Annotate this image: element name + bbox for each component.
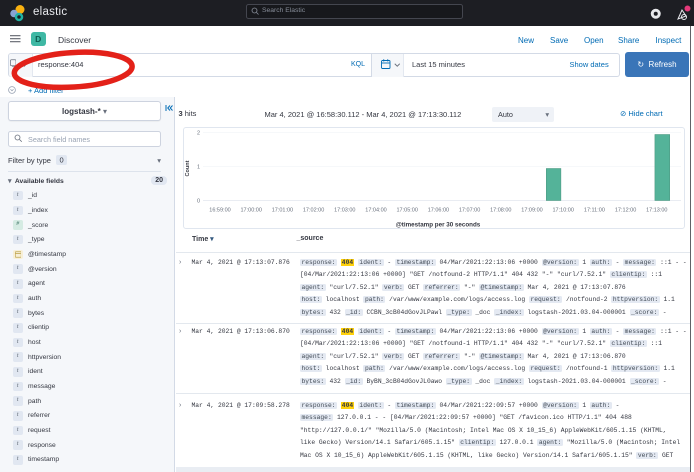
svg-text:0: 0 — [197, 198, 200, 204]
svg-text:17:04:00: 17:04:00 — [365, 207, 386, 213]
svg-text:@timestamp per 30 seconds: @timestamp per 30 seconds — [396, 221, 481, 228]
svg-text:16:59:00: 16:59:00 — [209, 207, 230, 213]
svg-text:17:02:00: 17:02:00 — [303, 207, 324, 213]
svg-text:17:00:00: 17:00:00 — [240, 207, 261, 213]
svg-text:17:08:00: 17:08:00 — [490, 207, 511, 213]
svg-text:17:09:00: 17:09:00 — [521, 207, 542, 213]
svg-text:17:06:00: 17:06:00 — [428, 207, 449, 213]
svg-text:17:05:00: 17:05:00 — [396, 207, 417, 213]
svg-text:17:03:00: 17:03:00 — [334, 207, 355, 213]
svg-text:17:01:00: 17:01:00 — [272, 207, 293, 213]
svg-text:2: 2 — [197, 130, 200, 136]
svg-text:1: 1 — [197, 164, 200, 170]
svg-text:17:07:00: 17:07:00 — [459, 207, 480, 213]
svg-text:Count: Count — [185, 160, 191, 176]
svg-text:17:10:00: 17:10:00 — [552, 207, 573, 213]
svg-text:17:11:00: 17:11:00 — [584, 207, 605, 213]
svg-text:17:13:00: 17:13:00 — [646, 207, 667, 213]
svg-text:17:12:00: 17:12:00 — [615, 207, 636, 213]
